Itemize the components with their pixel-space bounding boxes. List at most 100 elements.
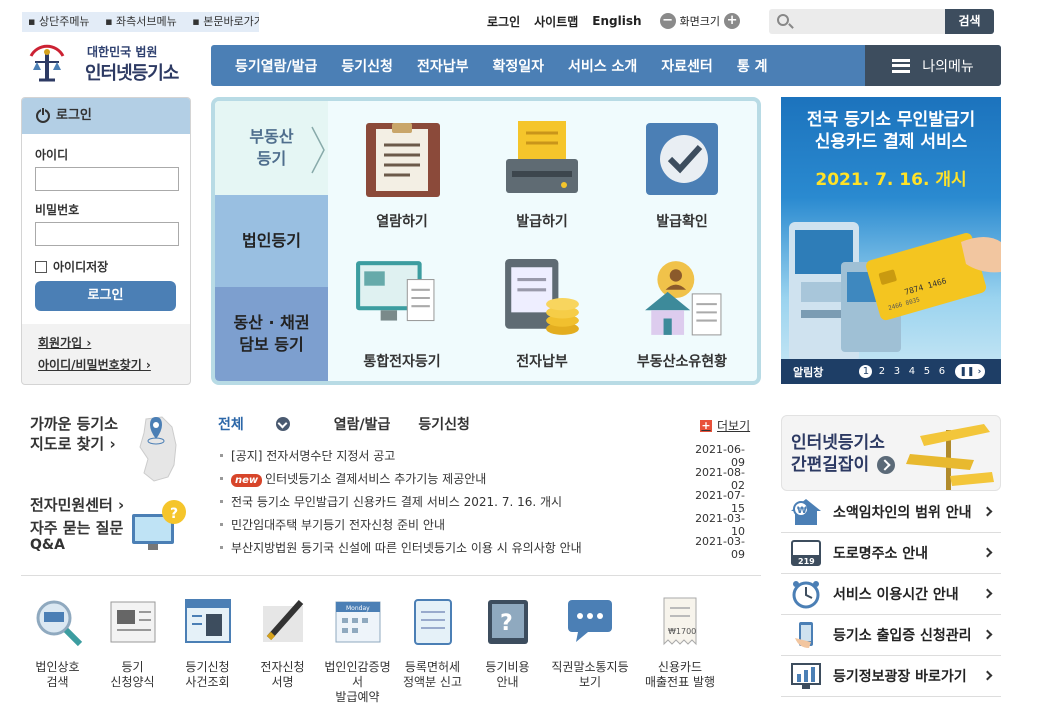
chart-monitor-icon	[791, 663, 821, 689]
banner-pause-button[interactable]: ❚❚ ›	[955, 364, 986, 379]
quick-card-receipt[interactable]: ₩1700 신용카드 매출전표 발행	[635, 596, 725, 705]
quick-corp-name-search[interactable]: 법인상호 검색	[20, 596, 95, 705]
zoom-in-button[interactable]: +	[724, 13, 741, 29]
search-box: 검색	[769, 9, 994, 34]
document-view-icon	[366, 123, 440, 197]
nav-item-view-issue[interactable]: 등기열람/발급	[211, 56, 329, 76]
service-label: 부동산소유현황	[636, 354, 728, 370]
bullet	[220, 546, 223, 549]
nav-item-e-payment[interactable]: 전자납부	[405, 56, 481, 76]
skip-link-body[interactable]: ▪ 본문바로가기	[192, 15, 259, 28]
checkbox-box[interactable]	[35, 260, 47, 273]
quick-label: 정액분 신고	[402, 675, 462, 689]
list-item[interactable]: 민간임대주택 부기등기 전자신청 준비 안내 2021-03-10	[220, 512, 745, 538]
find-account-link[interactable]: 아이디/비밀번호찾기 ›	[38, 356, 190, 373]
sitemap-link[interactable]: 사이트맵	[534, 13, 578, 30]
pen-icon	[262, 600, 303, 642]
more-link[interactable]: + 더보기	[700, 417, 750, 434]
service-property-ownership[interactable]: 부동산소유현황	[617, 257, 747, 371]
link-registry-data-plaza[interactable]: 등기정보광장 바로가기	[781, 656, 1001, 697]
link-access-pass[interactable]: 등기소 출입증 신청관리	[781, 615, 1001, 656]
quick-e-signature[interactable]: 전자신청 서명	[245, 596, 320, 705]
quick-label: 등록면허세	[404, 660, 461, 674]
banner-page-4[interactable]: 4	[904, 366, 919, 377]
service-issue[interactable]: 발급하기	[477, 119, 607, 231]
easy-guide-title: 인터넷등기소 간편길잡이	[791, 432, 896, 476]
search-input[interactable]	[795, 12, 940, 31]
tab-movable-property[interactable]: 동산 · 채권 담보 등기	[215, 287, 328, 381]
pause-icon: ❚❚	[959, 366, 975, 377]
nav-item-apply[interactable]: 등기신청	[329, 56, 405, 76]
notebook-icon	[413, 599, 452, 645]
quick-label: 검색	[46, 675, 69, 689]
skip-link-label: 좌측서브메뉴	[116, 15, 177, 28]
notice-tab-all[interactable]: 전체	[218, 414, 318, 434]
faq-link[interactable]: 자주 묻는 질문 Q&A	[30, 520, 123, 554]
service-label: 발급확인	[656, 214, 708, 230]
link-road-address[interactable]: 219 도로명주소 안내	[781, 533, 1001, 574]
skip-link-top-menu[interactable]: ▪ 상단주메뉴	[28, 15, 96, 28]
question-book-icon: ?	[487, 600, 528, 644]
quick-license-tax[interactable]: 등록면허세 정액분 신고	[395, 596, 470, 705]
list-item[interactable]: new 인터넷등기소 결제서비스 추가기능 제공안내 2021-08-02	[220, 466, 745, 492]
nav-item-service-intro[interactable]: 서비스 소개	[556, 56, 649, 76]
join-link[interactable]: 회원가입 ›	[38, 334, 190, 351]
my-menu-button[interactable]: 나의메뉴	[865, 45, 1001, 86]
service-verify[interactable]: 발급확인	[617, 119, 747, 231]
notice-tab-view-issue[interactable]: 열람/발급	[334, 414, 391, 434]
tab-corporate[interactable]: 법인등기	[215, 195, 328, 287]
notice-title: 민간임대주택 부기등기 전자신청 준비 안내	[231, 518, 445, 532]
quick-cancellation-notice[interactable]: 직권말소통지등 보기	[545, 596, 635, 705]
id-field[interactable]	[35, 167, 179, 191]
login-button[interactable]: 로그인	[35, 281, 176, 311]
quick-label: 서명	[271, 675, 294, 689]
link-small-tenant-range[interactable]: ₩ 소액임차인의 범위 안내	[781, 492, 1001, 533]
notice-tab-apply[interactable]: 등기신청	[418, 414, 470, 434]
service-e-payment[interactable]: 전자납부	[477, 257, 607, 371]
banner-page-5[interactable]: 5	[919, 366, 934, 377]
banner-page-6[interactable]: 6	[934, 366, 949, 377]
next-icon: ›	[977, 366, 982, 377]
tab-real-estate[interactable]: 부동산 등기	[215, 101, 328, 195]
notice-banner[interactable]: 전국 등기소 무인발급기 신용카드 결제 서비스 2021. 7. 16. 개시…	[781, 97, 1001, 384]
nav-item-data-center[interactable]: 자료센터	[649, 56, 725, 76]
quick-links: 법인상호 검색 등기 신청양식 등기신청 사건조회 전자신청 서명 Monday 법인인…	[20, 596, 760, 705]
service-integrated-e-registry[interactable]: 통합전자등기	[337, 257, 467, 371]
hamburger-icon	[892, 58, 911, 73]
magnifier-icon	[36, 600, 82, 647]
easy-guide-line: 간편길잡이	[791, 455, 870, 475]
login-link[interactable]: 로그인	[487, 13, 520, 30]
tab-label: 부동산	[249, 127, 294, 146]
password-field[interactable]	[35, 222, 179, 246]
search-button[interactable]: 검색	[945, 9, 994, 34]
list-item[interactable]: 전국 등기소 무인발급기 신용카드 결제 서비스 2021. 7. 16. 개시…	[220, 489, 745, 515]
banner-page-1[interactable]: 1	[859, 365, 873, 378]
nav-item-statistics[interactable]: 통 계	[725, 56, 780, 76]
banner-page-2[interactable]: 2	[874, 366, 889, 377]
list-item[interactable]: 부산지방법원 등기국 신설에 따른 인터넷등기소 이용 시 유의사항 안내 202…	[220, 535, 745, 561]
banner-title: 전국 등기소 무인발급기 신용카드 결제 서비스	[781, 109, 1001, 153]
english-link[interactable]: English	[592, 14, 641, 28]
skip-link-left-menu[interactable]: ▪ 좌측서브메뉴	[105, 15, 183, 28]
quick-seal-certificate[interactable]: Monday 법인인감증명서 발급예약	[320, 596, 395, 705]
service-view[interactable]: 열람하기	[337, 119, 467, 231]
quick-case-lookup[interactable]: 등기신청 사건조회	[170, 596, 245, 705]
nav-item-fixed-date[interactable]: 확정일자	[480, 56, 556, 76]
quick-registry-forms[interactable]: 등기 신청양식	[95, 596, 170, 705]
bullet	[220, 477, 223, 480]
e-civil-center-link[interactable]: 전자민원센터 ›	[30, 494, 124, 515]
zoom-control: − 화면크기 +	[656, 13, 744, 29]
easy-guide[interactable]: 인터넷등기소 간편길잡이	[781, 415, 1001, 491]
svg-text:?: ?	[170, 506, 178, 522]
id-label: 아이디	[35, 148, 69, 162]
link-service-hours[interactable]: 서비스 이용시간 안내	[781, 574, 1001, 615]
quick-registry-cost[interactable]: ? 등기비용 안내	[470, 596, 545, 705]
logo[interactable]: 대한민국 법원 인터넷등기소	[25, 38, 195, 90]
bullet	[220, 454, 223, 457]
banner-page-3[interactable]: 3	[889, 366, 904, 377]
zoom-out-button[interactable]: −	[659, 13, 676, 29]
list-item[interactable]: [공지] 전자서명수단 지정서 공고 2021-06-09	[220, 443, 745, 469]
save-id-checkbox[interactable]: 아이디저장	[35, 258, 178, 275]
search-icon	[777, 14, 789, 26]
chevron-right-icon	[982, 547, 993, 558]
